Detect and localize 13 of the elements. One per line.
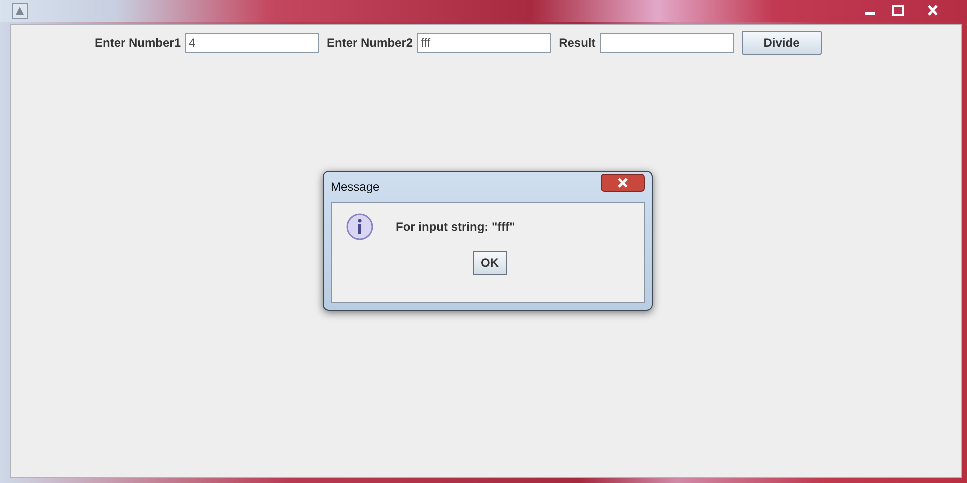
info-icon	[346, 213, 374, 241]
input-field[interactable]: 4	[185, 33, 320, 53]
input-field[interactable]	[600, 33, 734, 53]
field-label: Enter Number2	[327, 36, 414, 50]
ok-button[interactable]: OK	[473, 251, 507, 275]
dialog-title: Message	[331, 180, 380, 194]
divide-button[interactable]: Divide	[742, 31, 822, 55]
error-message: For input string: "fff"	[396, 220, 516, 234]
close-icon[interactable]	[601, 174, 645, 192]
input-field[interactable]: fff	[417, 33, 552, 53]
app-icon	[12, 3, 28, 19]
field-label: Enter Number1	[95, 36, 182, 50]
field-label: Result	[559, 36, 596, 50]
